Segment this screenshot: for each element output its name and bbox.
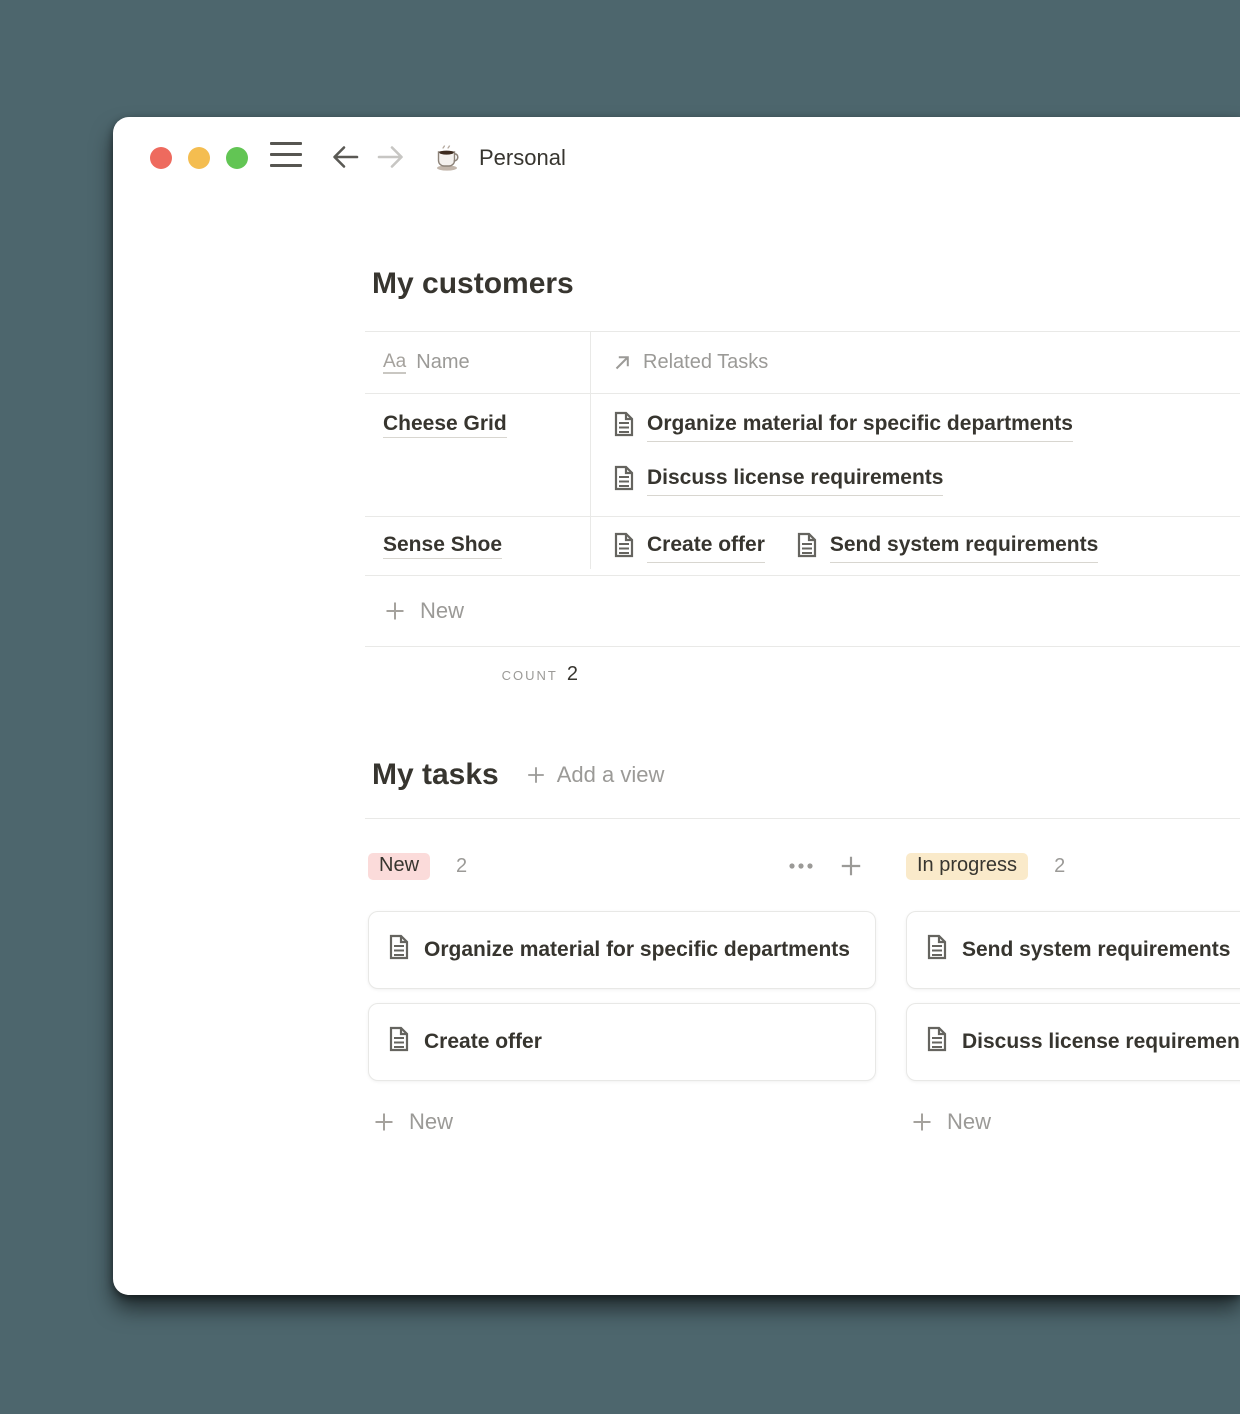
plus-icon <box>525 764 547 786</box>
board-column-header: New 2 <box>368 847 876 885</box>
page-icon <box>925 934 949 962</box>
status-badge-new[interactable]: New <box>368 853 430 880</box>
task-page-mention[interactable]: Organize material for specific departmen… <box>612 408 1073 442</box>
page-title[interactable]: Personal <box>479 145 566 171</box>
count-value: 2 <box>567 663 578 685</box>
page-icon <box>612 411 636 439</box>
page-icon <box>612 532 636 560</box>
title-bar: Personal <box>113 117 1240 199</box>
plus-icon <box>383 599 407 623</box>
status-badge-in-progress[interactable]: In progress <box>906 853 1028 880</box>
tasks-section-title: My tasks <box>372 755 499 795</box>
add-view-button[interactable]: Add a view <box>525 762 665 788</box>
board-new-card-button[interactable]: New <box>906 1109 1240 1135</box>
text-property-icon: Aa <box>383 352 406 374</box>
app-window: Personal My customers Aa Name Related Ta… <box>113 117 1240 1295</box>
close-window-button[interactable] <box>150 147 172 169</box>
task-card[interactable]: Discuss license requirements <box>906 1003 1240 1081</box>
page-icon <box>387 934 411 962</box>
task-page-mention[interactable]: Discuss license requirements <box>612 462 943 496</box>
relation-arrow-icon <box>612 353 632 373</box>
tasks-section-header: My tasks Add a view <box>372 755 664 795</box>
add-card-icon[interactable] <box>838 853 864 879</box>
table-row: Cheese Grid Organize material for specif… <box>365 394 1240 517</box>
table-header-row: Aa Name Related Tasks <box>365 332 1240 394</box>
new-row-label: New <box>420 598 464 624</box>
customers-table: Aa Name Related Tasks Cheese Grid <box>365 331 1240 686</box>
count-label: COUNT <box>502 668 558 683</box>
task-page-mention[interactable]: Create offer <box>612 529 765 563</box>
view-toolbar-divider <box>365 818 1240 819</box>
minimize-window-button[interactable] <box>188 147 210 169</box>
task-card[interactable]: Create offer <box>368 1003 876 1081</box>
board-new-card-button[interactable]: New <box>368 1109 876 1135</box>
page-icon <box>387 1026 411 1054</box>
task-page-mention[interactable]: Send system requirements <box>795 529 1098 563</box>
column-card-count: 2 <box>456 855 467 878</box>
coffee-cup-icon <box>433 143 463 173</box>
name-column-header[interactable]: Aa Name <box>365 351 590 374</box>
board-column-new: New 2 Organize material for specific dep… <box>368 847 876 1135</box>
column-options-icon[interactable] <box>788 862 814 870</box>
task-card[interactable]: Organize material for specific departmen… <box>368 911 876 989</box>
add-view-label: Add a view <box>557 762 665 788</box>
customer-name-link[interactable]: Sense Shoe <box>383 533 502 559</box>
table-new-row-button[interactable]: New <box>365 576 1240 647</box>
page-icon <box>612 465 636 493</box>
count-calculation[interactable]: COUNT 2 <box>365 647 590 686</box>
board-column-in-progress: In progress 2 Send system requirements D… <box>906 847 1240 1135</box>
customer-name-link[interactable]: Cheese Grid <box>383 412 507 438</box>
name-column-label: Name <box>416 351 469 374</box>
board-column-header: In progress 2 <box>906 847 1240 885</box>
forward-arrow-icon[interactable] <box>375 141 407 173</box>
desktop-background: Personal My customers Aa Name Related Ta… <box>0 0 1240 1414</box>
back-arrow-icon[interactable] <box>329 141 361 173</box>
page-icon <box>795 532 819 560</box>
page-icon <box>925 1026 949 1054</box>
customers-section-title: My customers <box>372 265 574 303</box>
sidebar-menu-icon[interactable] <box>270 142 302 169</box>
column-card-count: 2 <box>1054 855 1065 878</box>
zoom-window-button[interactable] <box>226 147 248 169</box>
table-row: Sense Shoe Create offer Send system requ… <box>365 517 1240 576</box>
related-tasks-column-header[interactable]: Related Tasks <box>590 351 1240 374</box>
related-tasks-column-label: Related Tasks <box>643 351 768 374</box>
plus-icon <box>910 1110 934 1134</box>
column-divider <box>590 332 591 569</box>
task-card[interactable]: Send system requirements <box>906 911 1240 989</box>
plus-icon <box>372 1110 396 1134</box>
